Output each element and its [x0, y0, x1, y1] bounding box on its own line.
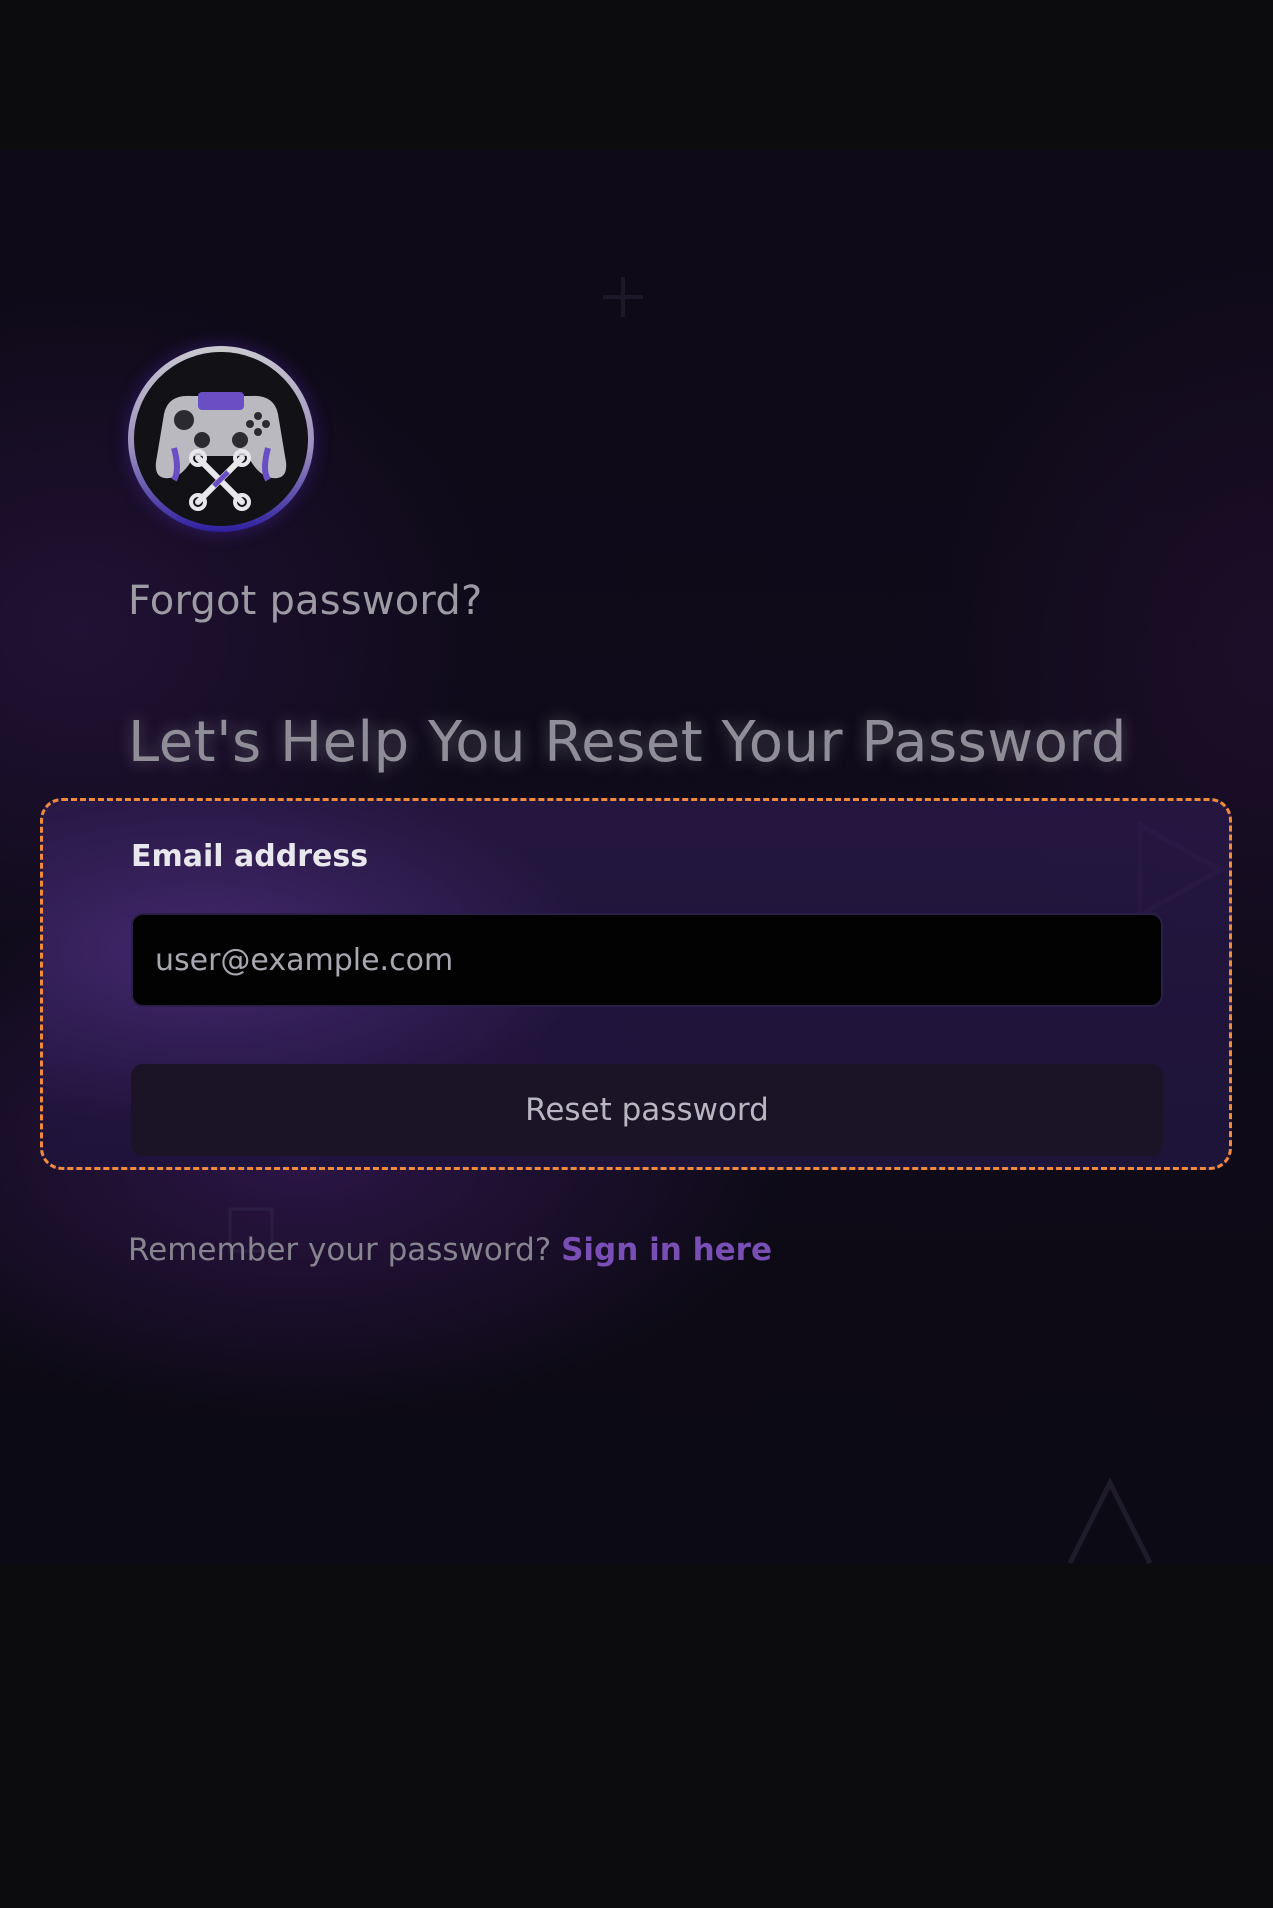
sign-in-link[interactable]: Sign in here [561, 1232, 772, 1268]
remember-password-text: Remember your password? [128, 1232, 562, 1268]
page: Forgot password? Let's Help You Reset Yo… [0, 0, 1273, 1908]
logo-graphic [134, 352, 308, 526]
triangle-decoration-icon [1067, 1477, 1153, 1564]
email-label: Email address [131, 839, 369, 874]
plus-decoration-icon [603, 277, 643, 317]
reset-password-button[interactable]: Reset password [131, 1064, 1163, 1156]
gamepad-wrench-logo-icon [128, 346, 314, 532]
reset-panel: Forgot password? Let's Help You Reset Yo… [0, 150, 1273, 1564]
email-field[interactable] [131, 913, 1163, 1007]
reset-password-form: Email address Reset password [40, 798, 1232, 1170]
page-title: Let's Help You Reset Your Password [128, 710, 1127, 775]
remember-password-row: Remember your password? Sign in here [128, 1232, 772, 1268]
page-subtitle: Forgot password? [128, 578, 483, 624]
